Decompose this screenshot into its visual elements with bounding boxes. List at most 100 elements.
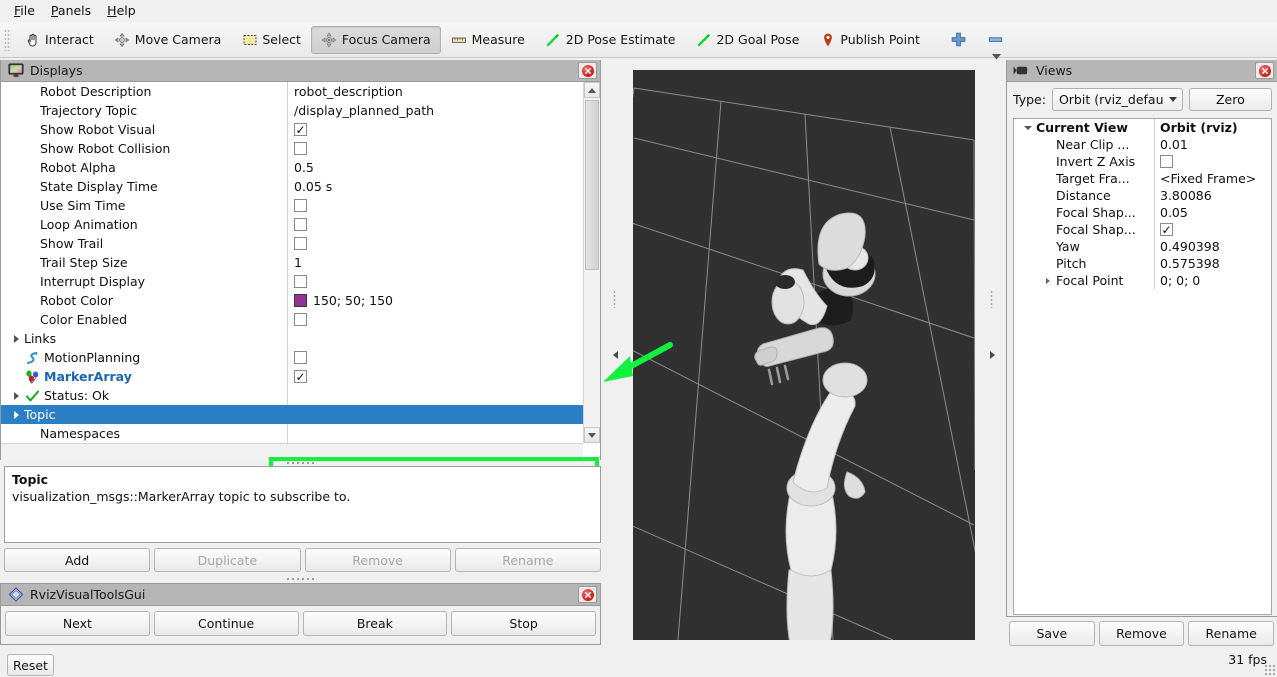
- checkbox[interactable]: ✓: [294, 370, 307, 383]
- display-row-trail-step-size[interactable]: Trail Step Size 1: [1, 253, 583, 272]
- display-row-loop-animation[interactable]: Loop Animation: [1, 215, 583, 234]
- checkbox[interactable]: [294, 199, 307, 212]
- display-row-value-cell[interactable]: [287, 196, 583, 215]
- expand-triangle-icon[interactable]: [9, 329, 24, 348]
- displays-vertical-scrollbar[interactable]: [583, 82, 600, 443]
- save-view-button[interactable]: Save: [1009, 621, 1095, 646]
- rename-view-button[interactable]: Rename: [1188, 621, 1275, 646]
- expand-triangle-icon[interactable]: [9, 405, 24, 424]
- view-row-focal-point[interactable]: Focal Point 0; 0; 0: [1014, 272, 1271, 289]
- view-row-value-cell[interactable]: ✓: [1154, 221, 1271, 238]
- views-zero-button[interactable]: Zero: [1188, 88, 1272, 111]
- menu-help[interactable]: Help: [99, 1, 144, 21]
- tool-select[interactable]: Select: [231, 26, 311, 54]
- display-row-motionplanning[interactable]: MotionPlanning: [1, 348, 583, 367]
- toolbar-drag-handle[interactable]: [4, 28, 11, 51]
- checkbox[interactable]: [294, 275, 307, 288]
- display-row-color-enabled[interactable]: Color Enabled: [1, 310, 583, 329]
- display-row-markerarray[interactable]: MarkerArray ✓: [1, 367, 583, 386]
- view-row-distance[interactable]: Distance 3.80086: [1014, 187, 1271, 204]
- checkbox[interactable]: ✓: [1160, 223, 1173, 236]
- remove-display-button[interactable]: Remove: [304, 548, 451, 572]
- checkbox[interactable]: [294, 313, 307, 326]
- display-row-value-cell[interactable]: [287, 215, 583, 234]
- tool-2d-pose-estimate[interactable]: 2D Pose Estimate: [535, 26, 686, 54]
- view-row-focal-shap[interactable]: Focal Shap... ✓: [1014, 221, 1271, 238]
- display-row-value-cell[interactable]: [287, 272, 583, 291]
- remove-view-button[interactable]: Remove: [1098, 621, 1185, 646]
- display-row-namespaces[interactable]: Namespaces: [1, 424, 583, 443]
- scroll-up-button[interactable]: [584, 82, 600, 98]
- views-close-button[interactable]: [1255, 62, 1274, 79]
- display-row-state-display-time[interactable]: State Display Time 0.05 s: [1, 177, 583, 196]
- display-row-value-cell[interactable]: 0.5: [287, 158, 583, 177]
- expand-triangle-icon[interactable]: [1020, 119, 1036, 136]
- menu-panels[interactable]: Panels: [43, 1, 99, 21]
- display-row-links[interactable]: Links: [1, 329, 583, 348]
- left-dock-collapse-handle[interactable]: [610, 332, 620, 378]
- display-row-show-trail[interactable]: Show Trail: [1, 234, 583, 253]
- displays-close-button[interactable]: [578, 62, 597, 79]
- checkbox[interactable]: ✓: [294, 123, 307, 136]
- displays-horizontal-scrollbar[interactable]: [1, 443, 583, 460]
- display-row-show-robot-visual[interactable]: Show Robot Visual ✓: [1, 120, 583, 139]
- tool-focus-camera[interactable]: Focus Camera: [310, 25, 441, 54]
- display-row-value-cell[interactable]: [287, 234, 583, 253]
- display-row-value-cell[interactable]: /display_planned_path: [287, 101, 583, 120]
- display-row-use-sim-time[interactable]: Use Sim Time: [1, 196, 583, 215]
- tool-2d-goal-pose[interactable]: 2D Goal Pose: [685, 26, 809, 54]
- left-splitter-dots[interactable]: [613, 290, 616, 308]
- tool-measure[interactable]: Measure: [441, 26, 535, 54]
- menu-file[interactable]: File: [6, 1, 43, 21]
- display-row-robot-description[interactable]: Robot Description robot_description: [1, 82, 583, 101]
- break-button[interactable]: Break: [302, 611, 448, 636]
- view-row-value-cell[interactable]: 0.490398: [1154, 238, 1271, 255]
- duplicate-display-button[interactable]: Duplicate: [154, 548, 301, 572]
- display-row-value-cell[interactable]: 1: [287, 253, 583, 272]
- display-row-value-cell[interactable]: robot_description: [287, 82, 583, 101]
- display-row-value-cell[interactable]: [287, 310, 583, 329]
- bottom-splitter[interactable]: [240, 575, 360, 582]
- right-dock-collapse-handle[interactable]: [987, 332, 997, 378]
- display-row-topic[interactable]: Topic: [1, 405, 583, 424]
- display-row-status-ok[interactable]: Status: Ok: [1, 386, 583, 405]
- continue-button[interactable]: Continue: [153, 611, 299, 636]
- window-resize-grip[interactable]: [1264, 664, 1276, 676]
- view-row-focal-shap[interactable]: Focal Shap... 0.05: [1014, 204, 1271, 221]
- add-display-button[interactable]: Add: [4, 548, 151, 572]
- remove-tool-dropdown-arrow[interactable]: [991, 48, 1001, 63]
- view-row-value-cell[interactable]: <Fixed Frame>: [1154, 170, 1271, 187]
- checkbox[interactable]: [1160, 155, 1173, 168]
- scrollbar-thumb[interactable]: [585, 100, 599, 270]
- view-row-pitch[interactable]: Pitch 0.575398: [1014, 255, 1271, 272]
- view-row-invert-z-axis[interactable]: Invert Z Axis: [1014, 153, 1271, 170]
- display-row-robot-alpha[interactable]: Robot Alpha 0.5: [1, 158, 583, 177]
- view-row-value-cell[interactable]: 0.01: [1154, 136, 1271, 153]
- display-row-value-cell[interactable]: [287, 405, 583, 424]
- view-row-near-clip[interactable]: Near Clip ... 0.01: [1014, 136, 1271, 153]
- tool-interact[interactable]: Interact: [14, 26, 104, 54]
- display-row-robot-color[interactable]: Robot Color 150; 50; 150: [1, 291, 583, 310]
- next-button[interactable]: Next: [5, 611, 150, 636]
- display-row-value-cell[interactable]: ✓: [287, 120, 583, 139]
- scroll-down-button[interactable]: [584, 427, 600, 443]
- 3d-render-viewport[interactable]: [633, 70, 975, 640]
- checkbox[interactable]: [294, 218, 307, 231]
- view-row-value-cell[interactable]: 0.05: [1154, 204, 1271, 221]
- stop-button[interactable]: Stop: [451, 611, 596, 636]
- checkbox[interactable]: [294, 237, 307, 250]
- display-row-show-robot-collision[interactable]: Show Robot Collision: [1, 139, 583, 158]
- view-row-value-cell[interactable]: [1154, 153, 1271, 170]
- view-row-value-cell[interactable]: 0.575398: [1154, 255, 1271, 272]
- view-row-value-cell[interactable]: 0; 0; 0: [1154, 272, 1271, 289]
- display-row-value-cell[interactable]: ✓: [287, 367, 583, 386]
- display-row-value-cell[interactable]: 150; 50; 150: [287, 291, 583, 310]
- display-row-value-cell[interactable]: [287, 139, 583, 158]
- view-row-yaw[interactable]: Yaw 0.490398: [1014, 238, 1271, 255]
- expand-triangle-icon[interactable]: [9, 386, 24, 405]
- view-type-combobox[interactable]: Orbit (rviz_defaul: [1051, 88, 1183, 111]
- view-row-value-cell[interactable]: Orbit (rviz): [1154, 119, 1271, 136]
- color-swatch[interactable]: [294, 294, 307, 307]
- display-row-trajectory-topic[interactable]: Trajectory Topic/display_planned_path: [1, 101, 583, 120]
- tool-move-camera[interactable]: Move Camera: [104, 26, 232, 54]
